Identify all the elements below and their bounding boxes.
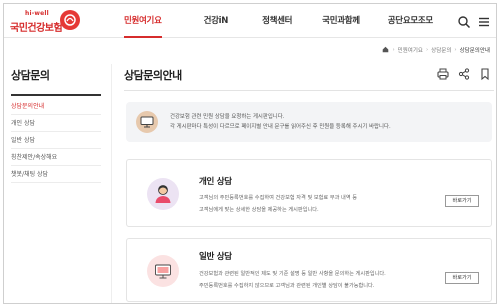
title-divider: [124, 90, 494, 91]
logo-emblem-icon: [60, 10, 80, 30]
breadcrumb-separator: ›: [425, 47, 429, 53]
monitor-icon: [136, 111, 158, 133]
nav-item-health-in[interactable]: 건강iN: [204, 4, 229, 38]
site-header: hi-well 국민건강보험 민원여기요 건강iN 정책센터 국민과함께 공단요…: [4, 4, 496, 38]
breadcrumb: › 민원여기요 › 상담문의 › 상담문의안내: [382, 44, 490, 56]
personal-consultation-card: 개인 상담 고객님의 주민등록번호를 수집하여 건강보험 자격 및 보험료 부과…: [126, 159, 492, 227]
sidebar-item-consultation-guide[interactable]: 상담문의안내: [11, 98, 101, 115]
page-title: 상담문의안내: [124, 69, 182, 82]
personal-consultation-go-button[interactable]: 바로가기: [445, 195, 479, 207]
notice-text-line1: 건강보험 관련 민원 상담을 요청하는 게시판입니다.: [170, 114, 285, 120]
card-title: 일반 상담: [199, 252, 232, 262]
general-consultation-card: 일반 상담 건강보험과 관련된 일반적인 제도 및 기준 설명 등 일반 사항을…: [126, 238, 492, 302]
site-logo[interactable]: hi-well 국민건강보험: [10, 9, 80, 34]
monitor-icon: [147, 255, 179, 287]
sidebar-item-general-consultation[interactable]: 일반 상담: [11, 132, 101, 149]
sidebar-menu: 상담문의안내 개인 상담 일반 상담 칭찬제안/속상해요 챗봇/채팅 상담: [11, 98, 101, 183]
logo-name: 국민건강보험: [10, 23, 63, 34]
menu-icon[interactable]: [477, 14, 491, 28]
nav-item-civil-complaints[interactable]: 민원여기요: [124, 4, 162, 38]
person-icon: [147, 178, 179, 210]
browser-frame: hi-well 국민건강보험 민원여기요 건강iN 정책센터 국민과함께 공단요…: [3, 3, 497, 304]
print-icon[interactable]: [436, 66, 450, 80]
breadcrumb-item[interactable]: 민원여기요: [398, 46, 423, 54]
main-nav: 민원여기요 건강iN 정책센터 국민과함께 공단요모조모: [114, 4, 433, 38]
logo-subtitle: hi-well: [25, 10, 49, 17]
breadcrumb-current: 상담문의안내: [459, 48, 490, 54]
sidebar-divider: [11, 94, 101, 96]
card-title: 개인 상담: [199, 177, 232, 187]
sidebar-item-chatbot[interactable]: 챗봇/채팅 상담: [11, 166, 101, 183]
nav-item-about[interactable]: 공단요모조모: [388, 4, 433, 38]
content-divider: [111, 64, 112, 303]
card-desc-line1: 고객님의 주민등록번호를 수집하여 건강보험 자격 및 보험료 부과 내역 등: [199, 195, 358, 201]
bookmark-icon[interactable]: [478, 66, 492, 81]
general-consultation-go-button[interactable]: 바로가기: [445, 272, 479, 284]
notice-box: 건강보험 관련 민원 상담을 요청하는 게시판입니다. 각 게시판마다 특성이 …: [126, 102, 492, 142]
sidebar-item-praise-suggestion[interactable]: 칭찬제안/속상해요: [11, 149, 101, 166]
sidebar-item-personal-consultation[interactable]: 개인 상담: [11, 115, 101, 132]
breadcrumb-separator: ›: [454, 47, 457, 53]
card-desc-line2: 고객님에게 맞는 상세한 상담을 제공하는 게시판입니다.: [199, 207, 319, 213]
card-desc-line2: 주민등록번호를 수집하지 않으므로 고객님과 관련된 개인별 상담이 불가능합니…: [199, 283, 375, 289]
nav-item-policy-center[interactable]: 정책센터: [262, 4, 292, 38]
breadcrumb-item[interactable]: 상담문의: [431, 46, 451, 54]
nav-item-with-citizens[interactable]: 국민과함께: [322, 4, 360, 38]
card-desc-line1: 건강보험과 관련된 일반적인 제도 및 기준 설명 등 일반 사항을 문의하는 …: [199, 271, 386, 277]
sidebar-title: 상담문의: [11, 69, 50, 82]
breadcrumb-separator: ›: [392, 47, 395, 53]
share-icon[interactable]: [457, 66, 471, 80]
notice-text-line2: 각 게시판마다 특성이 다르므로 페이지별 안내 문구를 읽어주신 후 민원을 …: [170, 124, 391, 130]
search-icon[interactable]: [457, 14, 471, 29]
home-icon[interactable]: [382, 46, 389, 55]
